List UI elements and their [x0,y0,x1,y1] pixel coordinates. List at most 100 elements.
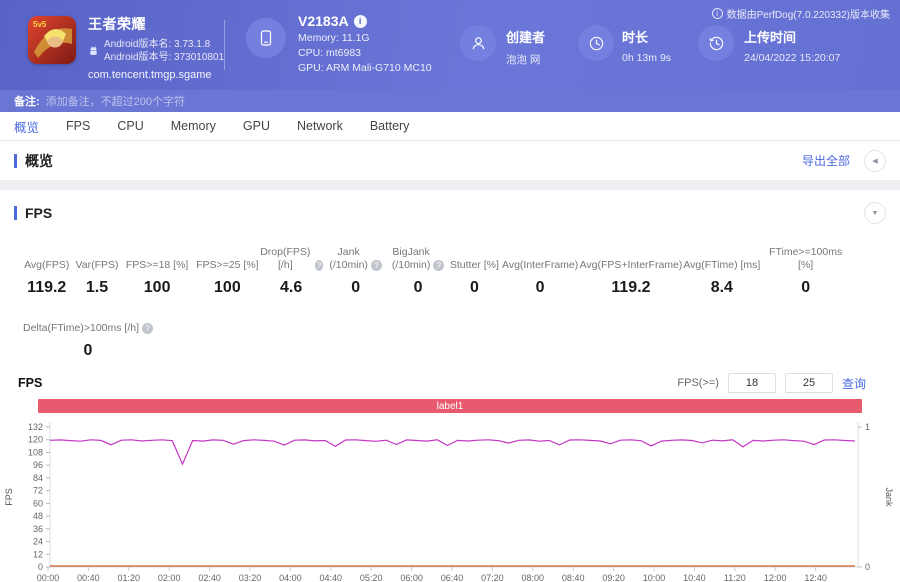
metric-value: 100 [143,279,171,296]
duration-value: 0h 13m 9s [622,52,672,64]
collect-version-text: 数据由PerfDog(7.0.220332)版本收集 [726,10,890,21]
metric-value: 0 [83,342,93,359]
metric-label: BigJank (/10min)? [392,246,445,272]
device-model: V2183A [298,13,349,29]
query-button[interactable]: 查询 [842,375,866,392]
tab-FPS[interactable]: FPS [66,119,90,133]
device-icon-circle [246,18,286,58]
svg-text:FPS: FPS [4,488,14,506]
fps-threshold-input-1[interactable] [727,373,776,393]
tab-CPU[interactable]: CPU [117,119,143,133]
svg-text:00:00: 00:00 [37,573,60,581]
svg-text:09:20: 09:20 [602,573,625,581]
metric-drop-fps-h-: Drop(FPS) [/h]? 4.6 [259,246,324,297]
svg-text:60: 60 [33,498,43,508]
overview-title: 概览 [14,151,53,171]
svg-text:08:00: 08:00 [522,573,545,581]
tab-Memory[interactable]: Memory [171,119,216,133]
tab-bar: 概览 FPS CPU Memory GPU Network Battery [0,112,900,141]
metric-ftime-100ms-: FTime>=100ms [%] 0 [761,246,850,297]
metric-value: 0 [469,279,479,296]
fps-section-title: FPS [14,205,52,221]
section-gap [0,180,900,190]
remark-bar[interactable]: 备注: 添加备注，不超过200个字符 [0,90,900,112]
report-header: 5v5 王者荣耀 Android版本名: 3.73.1.8 Android版本号… [0,0,900,90]
svg-text:07:20: 07:20 [481,573,504,581]
svg-text:08:40: 08:40 [562,573,585,581]
svg-text:24: 24 [33,537,43,547]
metric-value: 0 [801,279,811,296]
metric-label: Drop(FPS) [/h]? [259,246,324,272]
collapse-left-button[interactable]: ◀ [864,149,886,172]
metric-help-icon[interactable]: ? [142,323,154,334]
tab-概览[interactable]: 概览 [14,117,39,136]
svg-text:06:40: 06:40 [441,573,464,581]
fps-metrics-row2: Delta(FTime)>100ms [/h]? 0 [0,297,900,360]
svg-text:06:00: 06:00 [400,573,423,581]
metric-value: 0 [351,279,361,296]
svg-text:108: 108 [28,447,43,457]
android-icon [90,46,97,55]
metric-label: Avg(FPS) [24,259,70,271]
info-icon: i [711,8,723,19]
metric-value: 119.2 [611,279,651,296]
tab-GPU[interactable]: GPU [243,119,270,133]
creator-value: 泡泡 网 [506,54,541,66]
metric-help-icon[interactable]: ? [314,260,324,271]
fps-line-chart[interactable]: 0 12 24 36 48 60 72 84 96 108 120 132 0 1 00:00 00:40 01… [0,415,900,581]
honor-of-kings-icon: 5v5 [28,16,76,64]
tab-Network[interactable]: Network [297,119,343,133]
metric-label: Stutter [%] [449,259,499,271]
history-clock-icon [708,36,723,50]
game-title: 王者荣耀 [88,16,146,32]
svg-text:11:20: 11:20 [724,573,746,581]
svg-text:12:00: 12:00 [764,573,787,581]
metric-label: Delta(FTime)>100ms [/h]? [23,309,154,335]
upload-time-value: 24/04/2022 15:20:07 [744,52,841,64]
metric-label: Var(FPS) [75,259,119,271]
svg-text:132: 132 [28,422,43,432]
svg-text:96: 96 [33,460,43,470]
export-all-link[interactable]: 导出全部 [802,152,850,169]
svg-text:00:40: 00:40 [77,573,100,581]
svg-text:10:00: 10:00 [643,573,666,581]
fps-threshold-label: FPS(>=) [677,377,719,389]
metric-help-icon[interactable]: ? [370,260,382,271]
svg-text:120: 120 [28,435,43,445]
metric-value: 4.6 [279,279,303,296]
tab-Battery[interactable]: Battery [370,119,410,133]
svg-text:04:00: 04:00 [279,573,302,581]
metric-label: Jank (/10min)? [329,246,382,272]
user-icon [472,36,484,49]
clock-icon [589,36,603,50]
svg-text:0: 0 [38,562,43,572]
overview-section-header: 概览 导出全部 ◀ [0,141,900,180]
upload-time-label: 上传时间 [744,30,797,45]
device-info-icon[interactable]: i [353,14,367,28]
metric-help-icon[interactable]: ? [433,260,445,271]
metric-label: Avg(InterFrame) [502,259,579,271]
svg-text:48: 48 [33,511,43,521]
svg-text:84: 84 [33,473,43,483]
metric-label: FTime>=100ms [%] [769,246,843,271]
device-gpu: GPU: ARM Mali-G710 MC10 [298,62,432,74]
collapse-down-button[interactable]: ▼ [864,202,886,224]
package-name: com.tencent.tmgp.sgame [88,69,212,81]
svg-text:05:20: 05:20 [360,573,383,581]
game-app-icon: 5v5 [28,16,76,64]
creator-icon-circle [460,25,496,61]
metric-avg-fps-: Avg(FPS) 119.2 [18,246,76,297]
metric-value: 119.2 [27,279,67,296]
android-version-name: Android版本名: 3.73.1.8 [104,39,211,50]
fps-section: FPS ▼ Avg(FPS) 119.2 Var(FPS) 1.5 FPS>=18 [%… [0,190,900,582]
metric-avg-interframe-: Avg(InterFrame) 0 [501,246,580,297]
metric-stutter-: Stutter [%] 0 [448,246,501,297]
svg-text:10:40: 10:40 [683,573,706,581]
creator-label: 创建者 [506,30,546,45]
collect-version-info: i 数据由PerfDog(7.0.220332)版本收集 [711,6,890,21]
fps-threshold-input-2[interactable] [784,373,833,393]
device-cpu: CPU: mt6983 [298,47,362,59]
duration-label: 时长 [622,30,649,45]
svg-text:36: 36 [33,524,43,534]
metric-label: FPS>=18 [%] [125,259,189,271]
